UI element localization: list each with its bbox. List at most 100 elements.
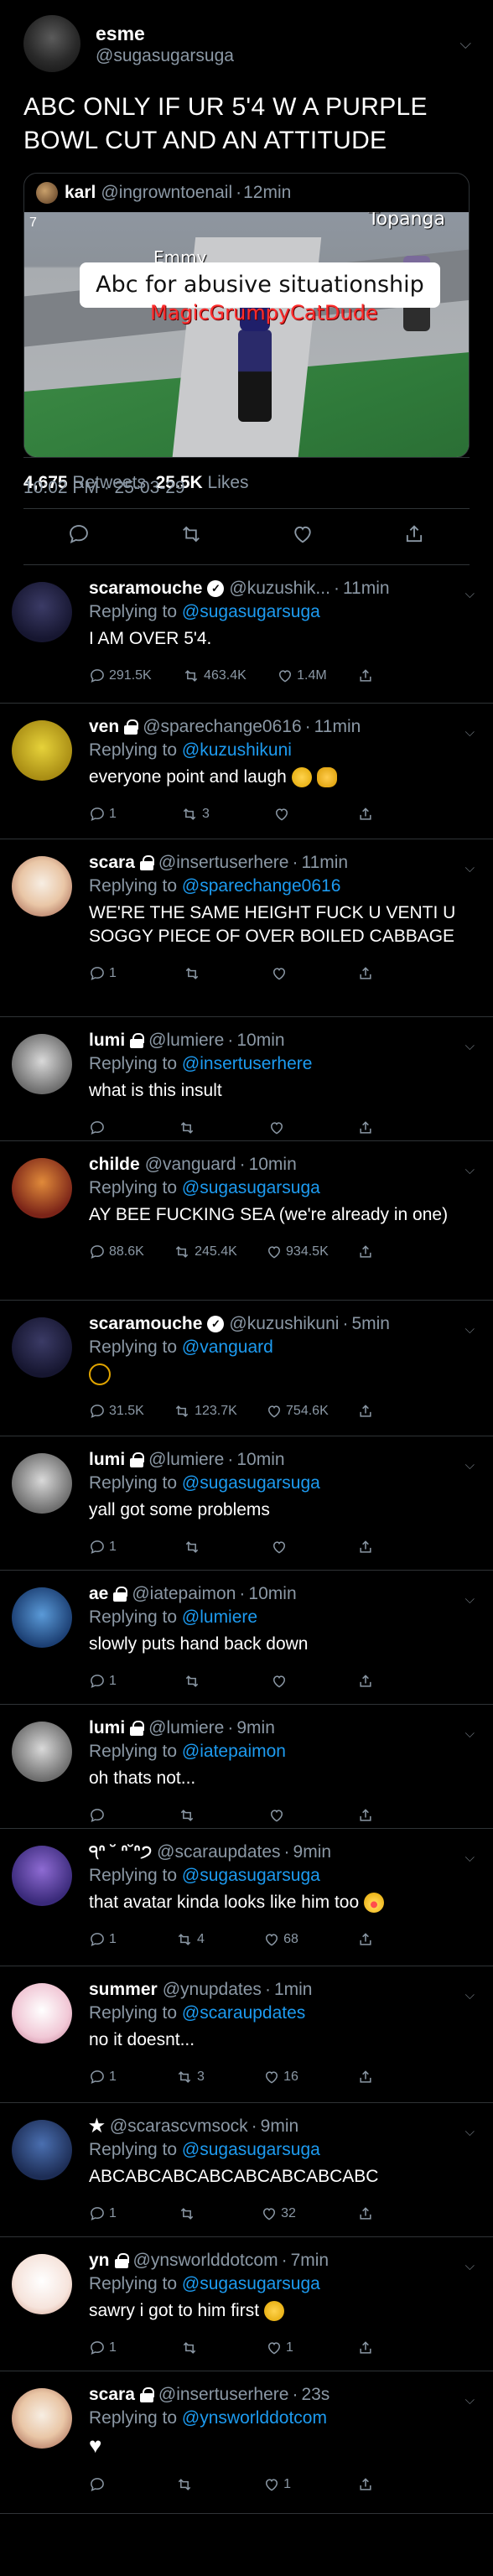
retweet-button[interactable] (175, 2476, 197, 2493)
reply-button[interactable]: 88.6K (89, 1244, 144, 1260)
share-button[interactable] (357, 2205, 374, 2222)
chevron-down-icon[interactable]: ⌵ (465, 1727, 475, 1741)
share-button[interactable] (357, 667, 374, 684)
reply-button[interactable]: 1 (89, 965, 117, 982)
replying-to-handle[interactable]: @lumiere (182, 1607, 257, 1627)
replying-to-handle[interactable]: @kuzushikuni (182, 740, 292, 760)
avatar[interactable] (12, 856, 72, 917)
like-button[interactable] (268, 1119, 288, 1136)
like-button[interactable] (273, 806, 293, 823)
share-button[interactable] (357, 1807, 374, 1824)
chevron-down-icon[interactable]: ⌵ (465, 1592, 475, 1607)
chevron-down-icon[interactable]: ⌵ (459, 35, 471, 53)
like-icon[interactable] (291, 522, 314, 546)
retweet-button[interactable] (178, 2205, 200, 2222)
author-handle[interactable]: @sugasugarsuga (96, 45, 234, 67)
avatar[interactable] (12, 2254, 72, 2314)
avatar[interactable] (12, 2120, 72, 2180)
like-button[interactable]: 1.4M (277, 667, 327, 684)
share-button[interactable] (357, 1673, 374, 1690)
reply-author-handle[interactable]: @lumiere (148, 1029, 224, 1052)
avatar[interactable] (12, 1983, 72, 2044)
reply-author-handle[interactable]: @ynupdates (163, 1978, 262, 2002)
reply-author-name[interactable]: lumi (89, 1448, 125, 1472)
retweet-button[interactable]: 463.4K (182, 667, 246, 684)
reply-tweet[interactable]: scara @insertuserhere · 11min Replying to @s… (0, 839, 493, 1017)
reply-button[interactable]: 1 (89, 2069, 117, 2085)
reply-button[interactable]: 31.5K (89, 1403, 144, 1420)
like-button[interactable] (268, 1807, 288, 1824)
like-button[interactable] (271, 965, 291, 982)
reply-button[interactable]: 1 (89, 806, 117, 823)
retweet-button[interactable] (178, 1119, 200, 1136)
chevron-down-icon[interactable]: ⌵ (465, 1322, 475, 1337)
reply-author-name[interactable]: lumi (89, 1716, 125, 1740)
retweet-button[interactable] (180, 2340, 202, 2356)
reply-author-handle[interactable]: @insertuserhere (158, 2383, 289, 2407)
share-button[interactable] (357, 2340, 374, 2356)
avatar[interactable] (23, 15, 80, 72)
share-button[interactable] (357, 2476, 374, 2493)
retweet-button[interactable]: 3 (175, 2069, 205, 2085)
reply-author-name[interactable]: yn (89, 2249, 110, 2272)
reply-author-handle[interactable]: @insertuserhere (158, 851, 289, 875)
reply-author-name[interactable]: ★ (89, 2115, 105, 2138)
reply-author-handle[interactable]: @iatepaimon (132, 1582, 236, 1606)
chevron-down-icon[interactable]: ⌵ (465, 1988, 475, 2002)
like-button[interactable]: 754.6K (266, 1403, 329, 1420)
reply-tweet[interactable]: ★ @scarascvmsock · 9min Replying to @sugasug… (0, 2103, 493, 2237)
replying-to-handle[interactable]: @sparechange0616 (182, 876, 340, 896)
like-button[interactable]: 1 (263, 2476, 291, 2493)
share-icon[interactable] (402, 522, 426, 546)
like-button[interactable] (271, 1539, 291, 1555)
share-button[interactable] (357, 806, 374, 823)
reply-author-name[interactable]: childe (89, 1153, 140, 1176)
share-button[interactable] (357, 1403, 374, 1420)
reply-tweet[interactable]: scaramouche ✓ @kuzushik... · 11min Replying t… (0, 565, 493, 704)
share-button[interactable] (357, 1119, 374, 1136)
avatar[interactable] (12, 1034, 72, 1094)
avatar[interactable] (12, 720, 72, 781)
replying-to-handle[interactable]: @sugasugarsuga (182, 1473, 320, 1493)
quoted-tweet[interactable]: karl @ingrowntoenail · 12min Topanga 7 E… (23, 173, 470, 458)
replying-to-handle[interactable]: @iatepaimon (182, 1742, 286, 1761)
reply-author-handle[interactable]: @lumiere (148, 1448, 224, 1472)
reply-author-name[interactable]: summer (89, 1978, 158, 2002)
reply-author-name[interactable]: scara (89, 851, 135, 875)
reply-author-handle[interactable]: @sparechange0616 (143, 715, 301, 739)
reply-tweet[interactable]: lumi @lumiere · 10min Replying to @insertuse… (0, 1017, 493, 1141)
reply-button[interactable]: 1 (89, 1673, 117, 1690)
replying-to-handle[interactable]: @sugasugarsuga (182, 602, 320, 621)
reply-author-name[interactable]: scara (89, 2383, 135, 2407)
chevron-down-icon[interactable]: ⌵ (465, 2393, 475, 2407)
reply-button[interactable] (89, 1119, 109, 1136)
reply-author-handle[interactable]: @kuzushikuni (229, 1312, 339, 1336)
replying-to-handle[interactable]: @sugasugarsuga (182, 2140, 320, 2159)
retweet-button[interactable]: 123.7K (173, 1403, 237, 1420)
share-button[interactable] (357, 965, 374, 982)
replying-to-handle[interactable]: @insertuserhere (182, 1054, 313, 1073)
avatar[interactable] (12, 1317, 72, 1378)
reply-tweet[interactable]: yn @ynsworlddotcom · 7min Replying to @sugas… (0, 2237, 493, 2371)
reply-button[interactable] (89, 2476, 109, 2493)
avatar[interactable] (12, 1158, 72, 1218)
reply-tweet[interactable]: summer @ynupdates · 1min Replying to @scarau… (0, 1966, 493, 2103)
reply-author-handle[interactable]: @lumiere (148, 1716, 224, 1740)
reply-tweet[interactable]: lumi @lumiere · 9min Replying to @iatepaimon… (0, 1705, 493, 1829)
like-button[interactable]: 16 (263, 2069, 298, 2085)
reply-tweet[interactable]: ven @sparechange0616 · 11min Replying to @ku… (0, 704, 493, 839)
reply-button[interactable]: 1 (89, 2340, 117, 2356)
author-name[interactable]: esme (96, 22, 234, 45)
reply-author-name[interactable]: ae (89, 1582, 108, 1606)
chevron-down-icon[interactable]: ⌵ (465, 1458, 475, 1472)
like-button[interactable] (271, 1673, 291, 1690)
reply-author-handle[interactable]: @ynsworlddotcom (133, 2249, 278, 2272)
reply-author-name[interactable]: ੧ᐢ ˘ ᐢ˘ᐢ੭ (89, 1841, 152, 1864)
retweet-button[interactable]: 245.4K (173, 1244, 237, 1260)
reply-author-handle[interactable]: @scaraupdates (157, 1841, 280, 1864)
like-button[interactable]: 934.5K (266, 1244, 329, 1260)
avatar[interactable] (12, 1453, 72, 1514)
reply-tweet[interactable]: ae @iatepaimon · 10min Replying to @lumiere s… (0, 1571, 493, 1705)
reply-icon[interactable] (67, 522, 91, 546)
reply-author-handle[interactable]: @scarascvmsock (110, 2115, 248, 2138)
